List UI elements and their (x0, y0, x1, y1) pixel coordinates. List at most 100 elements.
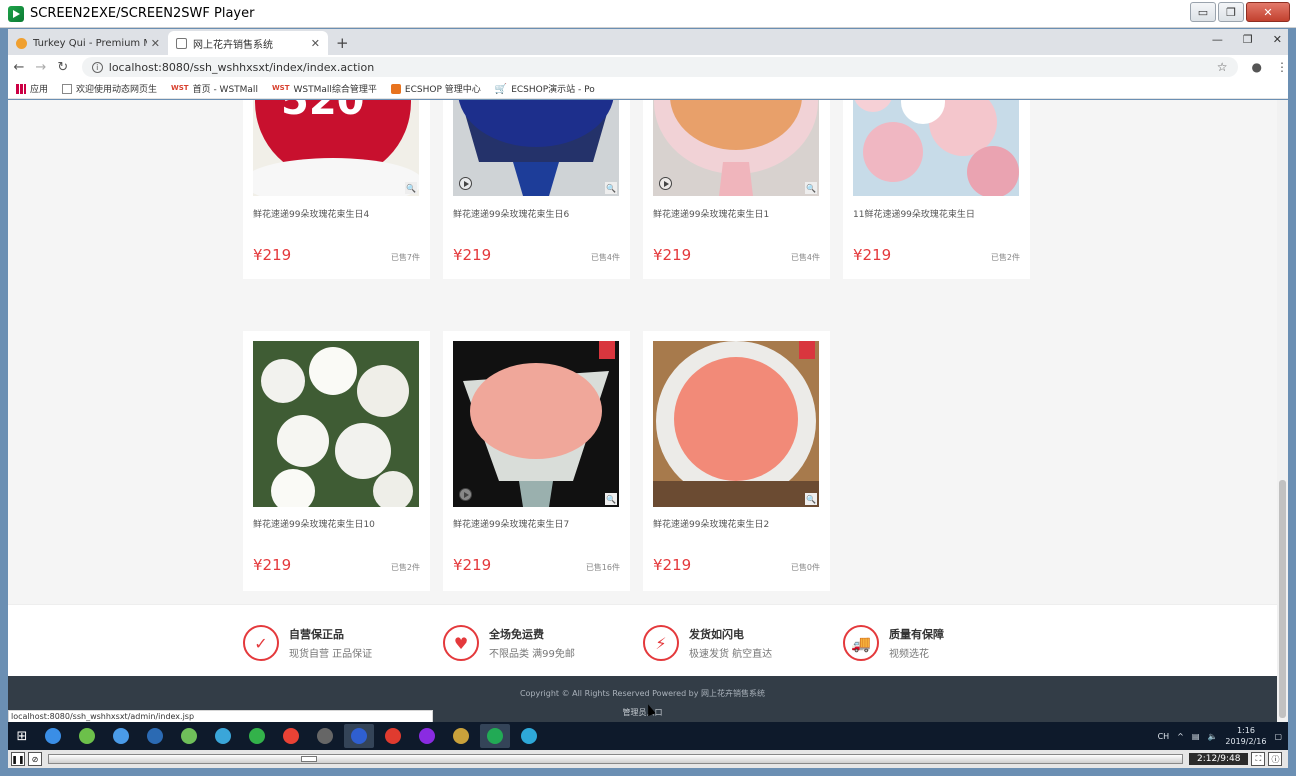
product-name[interactable]: 鲜花速递99朵玫瑰花束生日10 (253, 517, 375, 530)
notification-icon[interactable]: ▢ (1274, 732, 1282, 741)
truck-icon: 🚚 (843, 625, 879, 661)
product-sold-count: 已售7件 (390, 253, 420, 262)
tray-chevron-icon[interactable]: ^ (1177, 732, 1184, 741)
scrollbar-thumb[interactable] (1279, 480, 1286, 718)
play-video-icon[interactable] (459, 488, 472, 501)
taskbar-app-icon[interactable] (412, 724, 442, 748)
bookmark-label: WSTMall综合管理平 (293, 85, 377, 95)
promo-tag-icon (799, 341, 815, 359)
restore-button[interactable]: ❐ (1218, 2, 1244, 22)
taskbar-app-icon[interactable] (446, 724, 476, 748)
pause-icon[interactable]: ❚❚ (11, 752, 25, 766)
product-image[interactable]: 520 🔍 (253, 100, 419, 196)
taskbar-app-icon[interactable] (310, 724, 340, 748)
page-scrollbar[interactable] (1277, 100, 1288, 722)
forward-arrow-icon[interactable]: → (30, 60, 52, 75)
product-image[interactable] (253, 341, 419, 507)
product-name[interactable]: 鲜花速递99朵玫瑰花束生日4 (253, 207, 369, 220)
play-video-icon[interactable] (459, 177, 472, 190)
tab-close-icon[interactable]: ✕ (151, 37, 160, 50)
url-text[interactable]: localhost:8080/ssh_wshhxsxt/index/index.… (109, 61, 1217, 74)
fit-screen-icon[interactable]: ⛶ (1251, 752, 1266, 766)
product-name[interactable]: 鲜花速递99朵玫瑰花束生日1 (653, 207, 769, 220)
product-name[interactable]: 鲜花速递99朵玫瑰花束生日7 (453, 517, 569, 530)
product-card[interactable]: 🔍 鲜花速递99朵玫瑰花束生日2 ¥219 已售0件 (643, 331, 830, 591)
product-card[interactable]: 🔍 鲜花速递99朵玫瑰花束生日7 ¥219 已售16件 (443, 331, 630, 591)
product-card[interactable]: 520 🔍 鲜花速递99朵玫瑰花束生日4 ¥219 已售7件 (243, 100, 430, 279)
taskbar-app-icon[interactable] (276, 724, 306, 748)
bouquet-520-image: 520 (253, 100, 419, 196)
minimize-button[interactable]: ▭ (1190, 2, 1216, 22)
profile-avatar-icon[interactable]: ● (1252, 60, 1262, 74)
ime-indicator[interactable]: CH (1158, 732, 1170, 741)
product-name[interactable]: 鲜花速递99朵玫瑰花束生日2 (653, 517, 769, 530)
taskbar-app-icon[interactable] (378, 724, 408, 748)
windows-start-icon[interactable]: ⊞ (8, 722, 36, 750)
taskbar-app-icon[interactable] (514, 724, 544, 748)
taskbar-app-icon[interactable] (480, 724, 510, 748)
app-glyph-icon (487, 728, 503, 744)
info-icon[interactable]: ⓘ (1268, 752, 1283, 766)
url-omnibox[interactable]: i localhost:8080/ssh_wshhxsxt/index/inde… (81, 57, 1238, 77)
taskbar-app-icon[interactable] (140, 724, 170, 748)
product-card[interactable]: 11鲜花速递99朵玫瑰花束生日 ¥219 已售2件 (843, 100, 1030, 279)
playback-progress-bar[interactable] (48, 754, 1183, 764)
zoom-icon[interactable]: 🔍 (605, 493, 617, 505)
product-image[interactable] (853, 100, 1019, 196)
product-image[interactable]: 🔍 (453, 100, 619, 196)
tab-flower-shop[interactable]: 网上花卉销售系统 ✕ (168, 31, 328, 55)
bookmark-star-icon[interactable]: ☆ (1217, 60, 1228, 74)
taskbar-app-icon[interactable] (242, 724, 272, 748)
network-icon[interactable]: ▤ (1192, 732, 1200, 741)
volume-icon[interactable]: 🔈 (1207, 732, 1217, 741)
chrome-restore-icon[interactable]: ❐ (1243, 33, 1253, 46)
close-button[interactable]: ✕ (1246, 2, 1290, 22)
product-name[interactable]: 鲜花速递99朵玫瑰花束生日6 (453, 207, 569, 220)
zoom-icon[interactable]: 🔍 (605, 182, 617, 194)
zoom-icon[interactable]: 🔍 (805, 493, 817, 505)
progress-knob[interactable] (301, 756, 317, 762)
product-image[interactable]: 🔍 (653, 100, 819, 196)
new-tab-button[interactable]: + (336, 31, 349, 55)
mute-icon[interactable]: ⊘ (28, 752, 42, 766)
bookmark-welcome[interactable]: 欢迎使用动态网页生 (62, 82, 157, 95)
bookmark-wstmall-home[interactable]: WST 首页 - WSTMall (171, 82, 258, 96)
bookmark-ecshop-demo[interactable]: 🛒 ECSHOP演示站 - Po (495, 82, 595, 96)
product-image[interactable]: 🔍 (453, 341, 619, 507)
product-name[interactable]: 11鲜花速递99朵玫瑰花束生日 (853, 207, 975, 220)
taskbar-app-icon[interactable] (38, 724, 68, 748)
zoom-icon[interactable]: 🔍 (805, 182, 817, 194)
tab-close-icon[interactable]: ✕ (311, 37, 320, 50)
product-price: ¥219 (853, 246, 892, 264)
service-subtitle: 现货自营 正品保证 (289, 649, 373, 660)
bookmark-label: 应用 (30, 85, 49, 95)
chrome-minimize-icon[interactable]: — (1212, 33, 1223, 46)
menu-kebab-icon[interactable]: ⋮ (1276, 60, 1288, 74)
product-card[interactable]: 🔍 鲜花速递99朵玫瑰花束生日1 ¥219 已售4件 (643, 100, 830, 279)
taskbar-app-list (36, 724, 546, 748)
product-image[interactable]: 🔍 (653, 341, 819, 507)
play-video-icon[interactable] (659, 177, 672, 190)
site-info-icon[interactable]: i (91, 61, 103, 73)
taskbar-app-icon[interactable] (344, 724, 374, 748)
service-subtitle: 不限品类 满99免邮 (489, 649, 575, 660)
reload-icon[interactable]: ↻ (52, 60, 74, 75)
bookmark-wstmall-admin[interactable]: WST WSTMall综合管理平 (272, 82, 377, 96)
product-card[interactable]: 🔍 鲜花速递99朵玫瑰花束生日6 ¥219 已售4件 (443, 100, 630, 279)
copyright-text: Copyright © All Rights Reserved Powered … (519, 689, 766, 698)
product-card[interactable]: 鲜花速递99朵玫瑰花束生日10 ¥219 已售2件 (243, 331, 430, 591)
bookmark-apps[interactable]: 应用 (16, 82, 48, 95)
bookmark-ecshop-admin[interactable]: ECSHOP 管理中心 (390, 82, 481, 95)
taskbar-clock[interactable]: 1:16 2019/2/16 (1225, 725, 1266, 747)
taskbar-app-icon[interactable] (72, 724, 102, 748)
chrome-close-icon[interactable]: ✕ (1273, 33, 1282, 46)
taskbar-app-icon[interactable] (208, 724, 238, 748)
taskbar-app-icon[interactable] (106, 724, 136, 748)
zoom-icon[interactable]: 🔍 (405, 182, 417, 194)
page-favicon-icon (176, 37, 187, 49)
svg-text:520: 520 (281, 100, 365, 124)
bookmarks-bar: 应用 欢迎使用动态网页生 WST 首页 - WSTMall WST WSTMal… (8, 79, 1288, 99)
back-arrow-icon[interactable]: ← (8, 60, 30, 75)
taskbar-app-icon[interactable] (174, 724, 204, 748)
tab-turkey-qui[interactable]: Turkey Qui - Premium Multipur ✕ (8, 31, 168, 55)
